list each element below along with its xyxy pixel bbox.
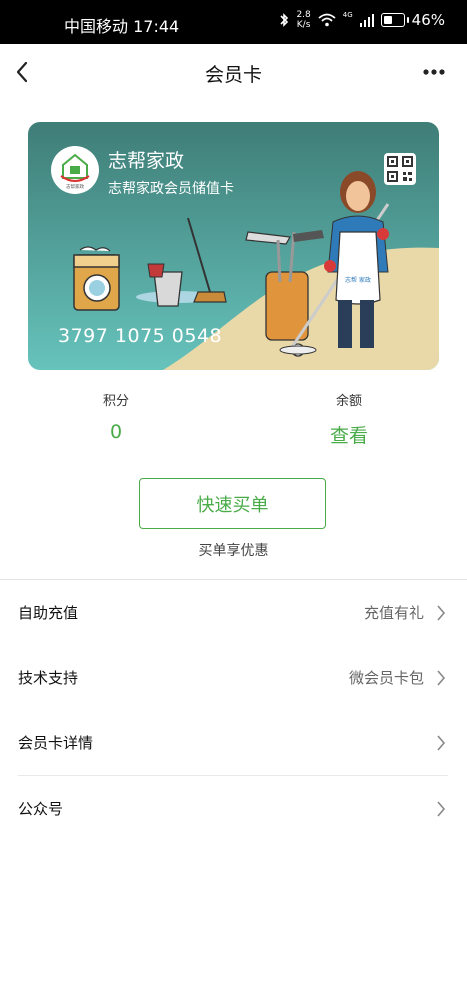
- battery-icon: [380, 13, 409, 27]
- balance-view-link[interactable]: 查看: [279, 421, 419, 448]
- menu-row-card-details[interactable]: 会员卡详情: [18, 710, 448, 775]
- menu-row-self-recharge[interactable]: 自助充值 充值有礼: [18, 580, 448, 645]
- menu-row-value: 微会员卡包: [348, 669, 424, 687]
- speed-value: 2.8: [296, 10, 311, 20]
- chevron-right-icon: [437, 670, 446, 686]
- qr-code-icon[interactable]: [384, 153, 416, 185]
- network-type: 4G: [342, 11, 353, 19]
- wifi-icon: [318, 13, 336, 27]
- carrier-time: 中国移动 17:44: [64, 17, 180, 36]
- bluetooth-icon: [280, 13, 289, 27]
- chevron-right-icon: [437, 801, 446, 817]
- balance-label: 余额: [335, 394, 362, 409]
- menu-row-tech-support[interactable]: 技术支持 微会员卡包: [18, 645, 448, 710]
- menu-row-value: 充值有礼: [363, 604, 424, 622]
- status-icons: 2.8 K/s 4G 46%: [279, 10, 445, 30]
- card-merchant-name: 志帮家政: [108, 150, 185, 172]
- balance-stat[interactable]: 余额 查看: [279, 390, 419, 448]
- card-number: 3797 1075 0548: [58, 325, 223, 347]
- quick-buy-button[interactable]: 快速买单: [139, 478, 326, 529]
- menu-row-label: 技术支持: [18, 669, 79, 687]
- battery-fill: [383, 16, 392, 24]
- page-title: 会员卡: [204, 64, 262, 86]
- network-speed: 2.8 K/s: [296, 10, 310, 30]
- speed-unit: K/s: [296, 20, 311, 30]
- more-options-icon[interactable]: [421, 62, 447, 82]
- menu-row-label: 自助充值: [18, 604, 79, 622]
- battery-percent: 46%: [411, 11, 445, 29]
- signal-icon: [359, 13, 374, 27]
- member-card[interactable]: 志帮 家政 志帮家政 志帮家政 志帮家政会员储值卡 3797 1075 0548: [28, 122, 439, 370]
- card-logo: 志帮家政: [51, 146, 99, 194]
- chevron-right-icon: [437, 605, 446, 621]
- buy-tip: 买单享优惠: [198, 543, 269, 559]
- menu-row-label: 公众号: [18, 800, 64, 818]
- logo-text: 志帮家政: [66, 183, 84, 190]
- house-logo-icon: 志帮家政: [60, 153, 90, 190]
- apron-text: 志帮 家政: [345, 276, 371, 284]
- points-stat[interactable]: 积分 0: [46, 390, 186, 443]
- menu-row-official-account[interactable]: 公众号: [18, 776, 448, 841]
- card-subtitle: 志帮家政会员储值卡: [108, 181, 234, 197]
- status-bar: 中国移动 17:44 2.8 K/s 4G 46%: [0, 0, 467, 44]
- washing-machine-illustration: [73, 246, 120, 311]
- chevron-right-icon: [437, 735, 446, 751]
- points-label: 积分: [102, 394, 129, 409]
- points-value: 0: [109, 421, 123, 443]
- menu-row-label: 会员卡详情: [18, 734, 94, 752]
- nav-bar: 会员卡: [0, 44, 467, 102]
